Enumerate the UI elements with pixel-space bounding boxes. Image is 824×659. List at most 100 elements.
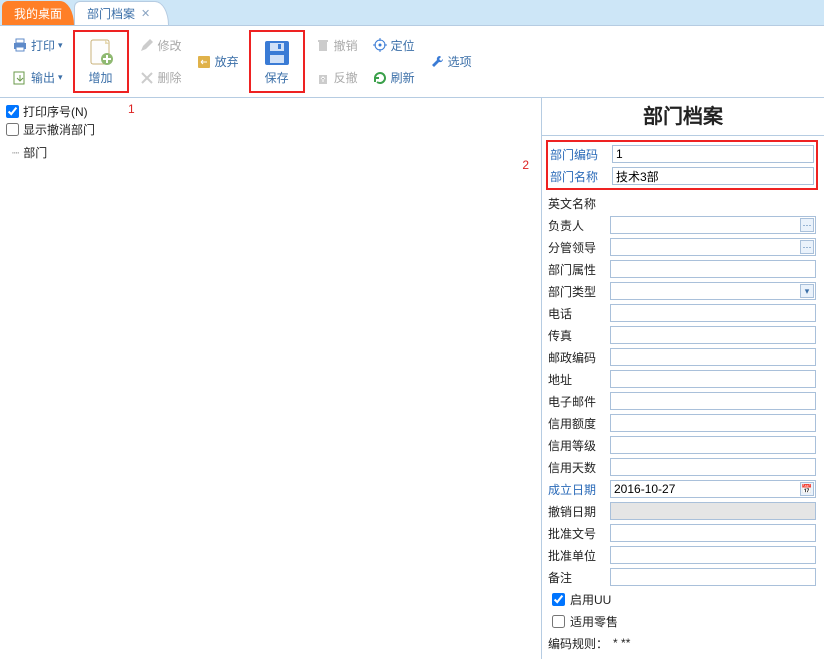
tab-label: 部门档案 [87, 5, 135, 22]
label-approve-doc: 批准文号 [548, 525, 606, 542]
dept-type-dropdown-button[interactable]: ▾ [800, 284, 814, 298]
dept-form: 部门编码 部门名称 英文名称 负责人 ⋯ 分管领导 ⋯ 部门属性 部门类型 [542, 136, 824, 658]
tree-root-item[interactable]: ┈ 部门 [12, 144, 535, 161]
toolbar: 打印 ▾ 输出 ▾ 增加 修改 删除 放弃 保存 [0, 26, 824, 98]
label: 修改 [158, 37, 182, 54]
required-fields-highlight: 部门编码 部门名称 [546, 140, 818, 190]
label: 显示撤消部门 [23, 121, 95, 138]
owner-input[interactable] [610, 216, 816, 234]
label-credit-lvl: 信用等级 [548, 437, 606, 454]
refresh-icon [372, 70, 388, 86]
label-dept-code: 部门编码 [550, 146, 608, 163]
email-input[interactable] [610, 392, 816, 410]
enable-uu-row: 启用UU [552, 588, 816, 610]
credit-days-input[interactable] [610, 458, 816, 476]
label-dept-attr: 部门属性 [548, 261, 606, 278]
print-seq-checkbox[interactable] [6, 105, 19, 118]
label: 打印 [31, 37, 55, 54]
label-revoke-date: 撤销日期 [548, 503, 606, 520]
label-addr: 地址 [548, 371, 606, 388]
approve-doc-input[interactable] [610, 524, 816, 542]
label-found-date: 成立日期 [548, 481, 606, 498]
label: 适用零售 [570, 613, 618, 630]
undo-disk-icon [196, 54, 212, 70]
tab-dept-archive[interactable]: 部门档案 ✕ [74, 1, 169, 25]
annotation-2: 2 [522, 158, 529, 172]
owner-picker-button[interactable]: ⋯ [800, 218, 814, 232]
save-icon [261, 37, 293, 69]
tel-input[interactable] [610, 304, 816, 322]
pencil-icon [139, 37, 155, 53]
reverse-undo-button[interactable]: 反撤 [311, 67, 362, 88]
label-approve-org: 批准单位 [548, 547, 606, 564]
undo-delete-button[interactable]: 撤销 [311, 35, 362, 56]
found-date-input[interactable] [610, 480, 816, 498]
credit-lvl-input[interactable] [610, 436, 816, 454]
output-button[interactable]: 输出 ▾ [8, 67, 67, 88]
x-icon [139, 70, 155, 86]
chevron-down-icon: ▾ [58, 72, 63, 83]
enable-uu-checkbox[interactable] [552, 593, 565, 606]
delete-button[interactable]: 删除 [135, 67, 186, 88]
remark-input[interactable] [610, 568, 816, 586]
leader-picker-button[interactable]: ⋯ [800, 240, 814, 254]
label-remark: 备注 [548, 569, 606, 586]
label-leader: 分管领导 [548, 239, 606, 256]
add-button[interactable]: 增加 [73, 30, 129, 93]
calendar-icon[interactable]: 📅 [800, 482, 814, 496]
panel-title: 部门档案 [542, 98, 824, 136]
value: * ** [613, 636, 630, 650]
export-icon [12, 70, 28, 86]
label: 保存 [265, 69, 289, 86]
label: 启用UU [570, 591, 611, 608]
refresh-button[interactable]: 刷新 [368, 67, 419, 88]
label-dept-type: 部门类型 [548, 283, 606, 300]
label-zip: 邮政编码 [548, 349, 606, 366]
show-revoked-checkbox-row: 显示撤消部门 [6, 120, 535, 138]
label-fax: 传真 [548, 327, 606, 344]
label: 放弃 [215, 53, 239, 70]
label: 增加 [89, 69, 113, 86]
approve-org-input[interactable] [610, 546, 816, 564]
dept-attr-input[interactable] [610, 260, 816, 278]
locate-button[interactable]: 定位 [368, 35, 419, 56]
show-revoked-checkbox[interactable] [6, 123, 19, 136]
revoke-date-input [610, 502, 816, 520]
dept-tree: ┈ 部门 [6, 144, 535, 161]
chevron-down-icon: ▾ [58, 40, 63, 51]
label-tel: 电话 [548, 305, 606, 322]
print-button[interactable]: 打印 ▾ [8, 35, 67, 56]
close-icon[interactable]: ✕ [141, 7, 150, 20]
dept-code-input[interactable] [612, 145, 814, 163]
retail-checkbox[interactable] [552, 615, 565, 628]
printer-icon [12, 37, 28, 53]
add-page-icon [85, 37, 117, 69]
label: 刷新 [391, 69, 415, 86]
label-dept-name: 部门名称 [550, 168, 608, 185]
abandon-button[interactable]: 放弃 [192, 51, 243, 72]
options-button[interactable]: 选项 [425, 51, 476, 72]
label: 删除 [158, 69, 182, 86]
tab-bar: 我的桌面 部门档案 ✕ [0, 0, 824, 26]
modify-button[interactable]: 修改 [135, 35, 186, 56]
tab-label: 我的桌面 [14, 5, 62, 22]
print-seq-checkbox-row: 打印序号(N) [6, 102, 535, 120]
leader-input[interactable] [610, 238, 816, 256]
label: 反撤 [334, 69, 358, 86]
dept-name-input[interactable] [612, 167, 814, 185]
label: 选项 [448, 53, 472, 70]
dept-type-input[interactable] [610, 282, 816, 300]
save-button[interactable]: 保存 [249, 30, 305, 93]
credit-amt-input[interactable] [610, 414, 816, 432]
zip-input[interactable] [610, 348, 816, 366]
tab-my-desktop[interactable]: 我的桌面 [2, 1, 74, 25]
addr-input[interactable] [610, 370, 816, 388]
label-owner: 负责人 [548, 217, 606, 234]
code-rule-row: 编码规则： * ** [548, 632, 816, 654]
fax-input[interactable] [610, 326, 816, 344]
locate-icon [372, 37, 388, 53]
label: 部门 [23, 144, 47, 161]
left-panel: 打印序号(N) 1 显示撤消部门 ┈ 部门 2 [0, 98, 542, 659]
label: 输出 [31, 69, 55, 86]
label-credit-days: 信用天数 [548, 459, 606, 476]
